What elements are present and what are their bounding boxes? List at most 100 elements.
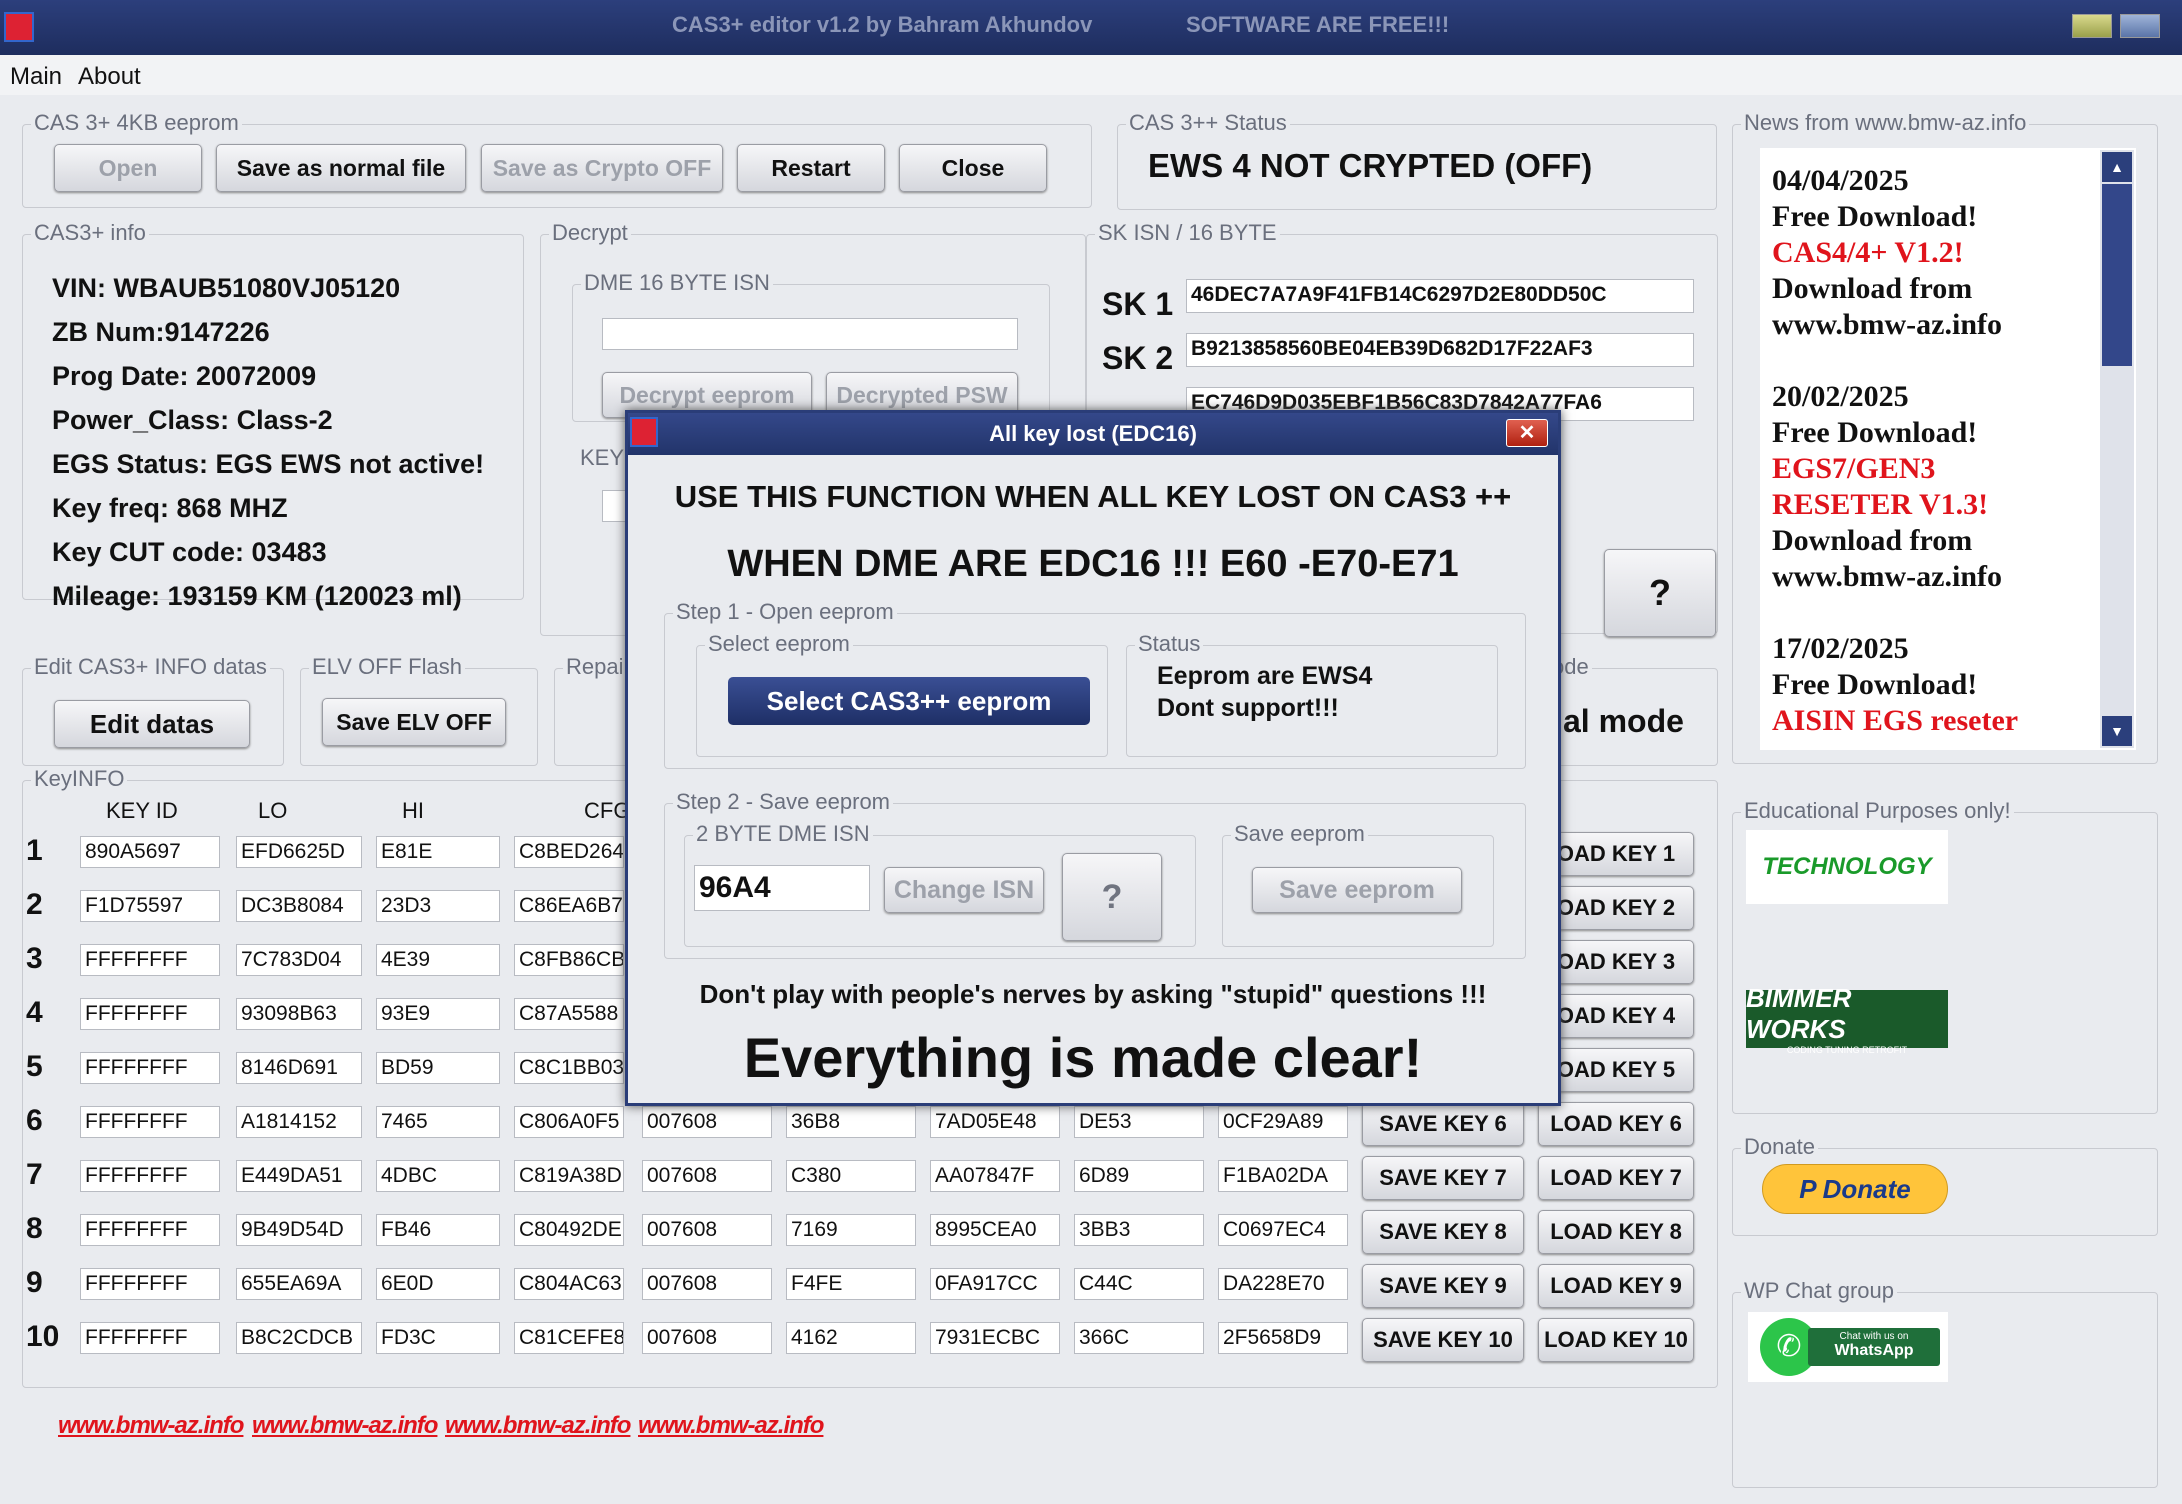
load-key-button[interactable]: LOAD KEY 8: [1538, 1210, 1694, 1254]
url-link[interactable]: www.bmw-az.info: [445, 1412, 631, 1440]
key-c7-field[interactable]: 8995CEA0: [930, 1214, 1060, 1246]
sk2-input[interactable]: B9213858560BE04EB39D682D17F22AF3: [1186, 333, 1694, 367]
key-c5-field[interactable]: 007608: [642, 1268, 772, 1300]
key-cfg-field[interactable]: C81CEFE8: [514, 1322, 624, 1354]
close-button[interactable]: Close: [899, 144, 1047, 192]
key-hi-field[interactable]: 4DBC: [376, 1160, 500, 1192]
key-c6-field[interactable]: F4FE: [786, 1268, 916, 1300]
key-c8-field[interactable]: 3BB3: [1074, 1214, 1204, 1246]
key-c6-field[interactable]: 7169: [786, 1214, 916, 1246]
load-key-button[interactable]: OAD KEY 4: [1538, 994, 1694, 1038]
key-lo-field[interactable]: E449DA51: [236, 1160, 362, 1192]
key-hi-field[interactable]: 23D3: [376, 890, 500, 922]
key-lo-field[interactable]: 655EA69A: [236, 1268, 362, 1300]
key-c9-field[interactable]: 0CF29A89: [1218, 1106, 1348, 1138]
key-c8-field[interactable]: 6D89: [1074, 1160, 1204, 1192]
key-c7-field[interactable]: AA07847F: [930, 1160, 1060, 1192]
key-hi-field[interactable]: 7465: [376, 1106, 500, 1138]
key-c9-field[interactable]: DA228E70: [1218, 1268, 1348, 1300]
url-link[interactable]: www.bmw-az.info: [252, 1412, 438, 1440]
select-eeprom-button[interactable]: Select CAS3++ eeprom: [728, 677, 1090, 725]
key-id-field[interactable]: FFFFFFFF: [80, 1160, 220, 1192]
url-link[interactable]: www.bmw-az.info: [58, 1412, 244, 1440]
scroll-down-icon[interactable]: ▼: [2102, 716, 2132, 746]
edit-datas-button[interactable]: Edit datas: [54, 700, 250, 748]
load-key-button[interactable]: OAD KEY 2: [1538, 886, 1694, 930]
save-crypto-off-button[interactable]: Save as Crypto OFF: [481, 144, 723, 192]
key-hi-field[interactable]: FB46: [376, 1214, 500, 1246]
dialog-close-button[interactable]: ✕: [1506, 419, 1548, 447]
bimmer-works-logo[interactable]: BIMMER WORKS CODING TUNING RETROFIT: [1746, 983, 1948, 1055]
key-lo-field[interactable]: 9B49D54D: [236, 1214, 362, 1246]
key-hi-field[interactable]: E81E: [376, 836, 500, 868]
scroll-up-icon[interactable]: ▲: [2102, 152, 2132, 182]
key-c9-field[interactable]: F1BA02DA: [1218, 1160, 1348, 1192]
load-key-button[interactable]: LOAD KEY 7: [1538, 1156, 1694, 1200]
key-hi-field[interactable]: BD59: [376, 1052, 500, 1084]
key-c7-field[interactable]: 0FA917CC: [930, 1268, 1060, 1300]
key-hi-field[interactable]: FD3C: [376, 1322, 500, 1354]
key-c6-field[interactable]: 4162: [786, 1322, 916, 1354]
key-lo-field[interactable]: 93098B63: [236, 998, 362, 1030]
save-normal-button[interactable]: Save as normal file: [216, 144, 466, 192]
key-hi-field[interactable]: 93E9: [376, 998, 500, 1030]
key-c8-field[interactable]: DE53: [1074, 1106, 1204, 1138]
save-key-button[interactable]: SAVE KEY 7: [1362, 1156, 1524, 1200]
load-key-button[interactable]: LOAD KEY 10: [1538, 1318, 1694, 1362]
restart-button[interactable]: Restart: [737, 144, 885, 192]
key-id-field[interactable]: FFFFFFFF: [80, 944, 220, 976]
key-id-field[interactable]: FFFFFFFF: [80, 1214, 220, 1246]
key-c5-field[interactable]: 007608: [642, 1322, 772, 1354]
key-id-field[interactable]: FFFFFFFF: [80, 1268, 220, 1300]
key-id-field[interactable]: FFFFFFFF: [80, 1322, 220, 1354]
key-lo-field[interactable]: DC3B8084: [236, 890, 362, 922]
scroll-thumb[interactable]: [2102, 184, 2132, 366]
key-id-field[interactable]: 890A5697: [80, 836, 220, 868]
key-hi-field[interactable]: 4E39: [376, 944, 500, 976]
key-id-field[interactable]: FFFFFFFF: [80, 998, 220, 1030]
sk1-input[interactable]: 46DEC7A7A9F41FB14C6297D2E80DD50C: [1186, 279, 1694, 313]
key-cfg-field[interactable]: C80492DE: [514, 1214, 624, 1246]
key-cfg-field[interactable]: C8C1BB03: [514, 1052, 624, 1084]
load-key-button[interactable]: LOAD KEY 6: [1538, 1102, 1694, 1146]
save-elv-off-button[interactable]: Save ELV OFF: [322, 698, 506, 746]
key-lo-field[interactable]: EFD6625D: [236, 836, 362, 868]
whatsapp-button[interactable]: ✆ Chat with us on WhatsApp: [1748, 1312, 1948, 1382]
key-cfg-field[interactable]: C806A0F5: [514, 1106, 624, 1138]
key-c7-field[interactable]: 7AD05E48: [930, 1106, 1060, 1138]
key-c6-field[interactable]: C380: [786, 1160, 916, 1192]
key-c9-field[interactable]: 2F5658D9: [1218, 1322, 1348, 1354]
save-key-button[interactable]: SAVE KEY 6: [1362, 1102, 1524, 1146]
key-lo-field[interactable]: A1814152: [236, 1106, 362, 1138]
save-key-button[interactable]: SAVE KEY 8: [1362, 1210, 1524, 1254]
load-key-button[interactable]: OAD KEY 1: [1538, 832, 1694, 876]
change-isn-button[interactable]: Change ISN: [884, 867, 1044, 913]
donate-button[interactable]: P Donate: [1762, 1164, 1948, 1214]
help-button[interactable]: ?: [1604, 549, 1716, 637]
maximize-button[interactable]: [2120, 14, 2160, 38]
key-c8-field[interactable]: 366C: [1074, 1322, 1204, 1354]
isn-input[interactable]: 96A4: [694, 865, 870, 911]
load-key-button[interactable]: LOAD KEY 9: [1538, 1264, 1694, 1308]
open-button[interactable]: Open: [54, 144, 202, 192]
save-key-button[interactable]: SAVE KEY 9: [1362, 1264, 1524, 1308]
minimize-button[interactable]: [2072, 14, 2112, 38]
key-c5-field[interactable]: 007608: [642, 1106, 772, 1138]
save-eeprom-button[interactable]: Save eeprom: [1252, 867, 1462, 913]
key-cfg-field[interactable]: C8BED264: [514, 836, 624, 868]
key-id-field[interactable]: F1D75597: [80, 890, 220, 922]
key-id-field[interactable]: FFFFFFFF: [80, 1052, 220, 1084]
key-hi-field[interactable]: 6E0D: [376, 1268, 500, 1300]
key-lo-field[interactable]: 7C783D04: [236, 944, 362, 976]
load-key-button[interactable]: OAD KEY 5: [1538, 1048, 1694, 1092]
key-c5-field[interactable]: 007608: [642, 1214, 772, 1246]
dme-isn-input[interactable]: [602, 318, 1018, 350]
technology-logo[interactable]: TECHNOLOGY: [1746, 830, 1948, 904]
save-key-button[interactable]: SAVE KEY 10: [1362, 1318, 1524, 1362]
load-key-button[interactable]: OAD KEY 3: [1538, 940, 1694, 984]
key-cfg-field[interactable]: C86EA6B7: [514, 890, 624, 922]
key-cfg-field[interactable]: C819A38D: [514, 1160, 624, 1192]
menu-about[interactable]: About: [78, 63, 141, 91]
key-id-field[interactable]: FFFFFFFF: [80, 1106, 220, 1138]
key-c9-field[interactable]: C0697EC4: [1218, 1214, 1348, 1246]
